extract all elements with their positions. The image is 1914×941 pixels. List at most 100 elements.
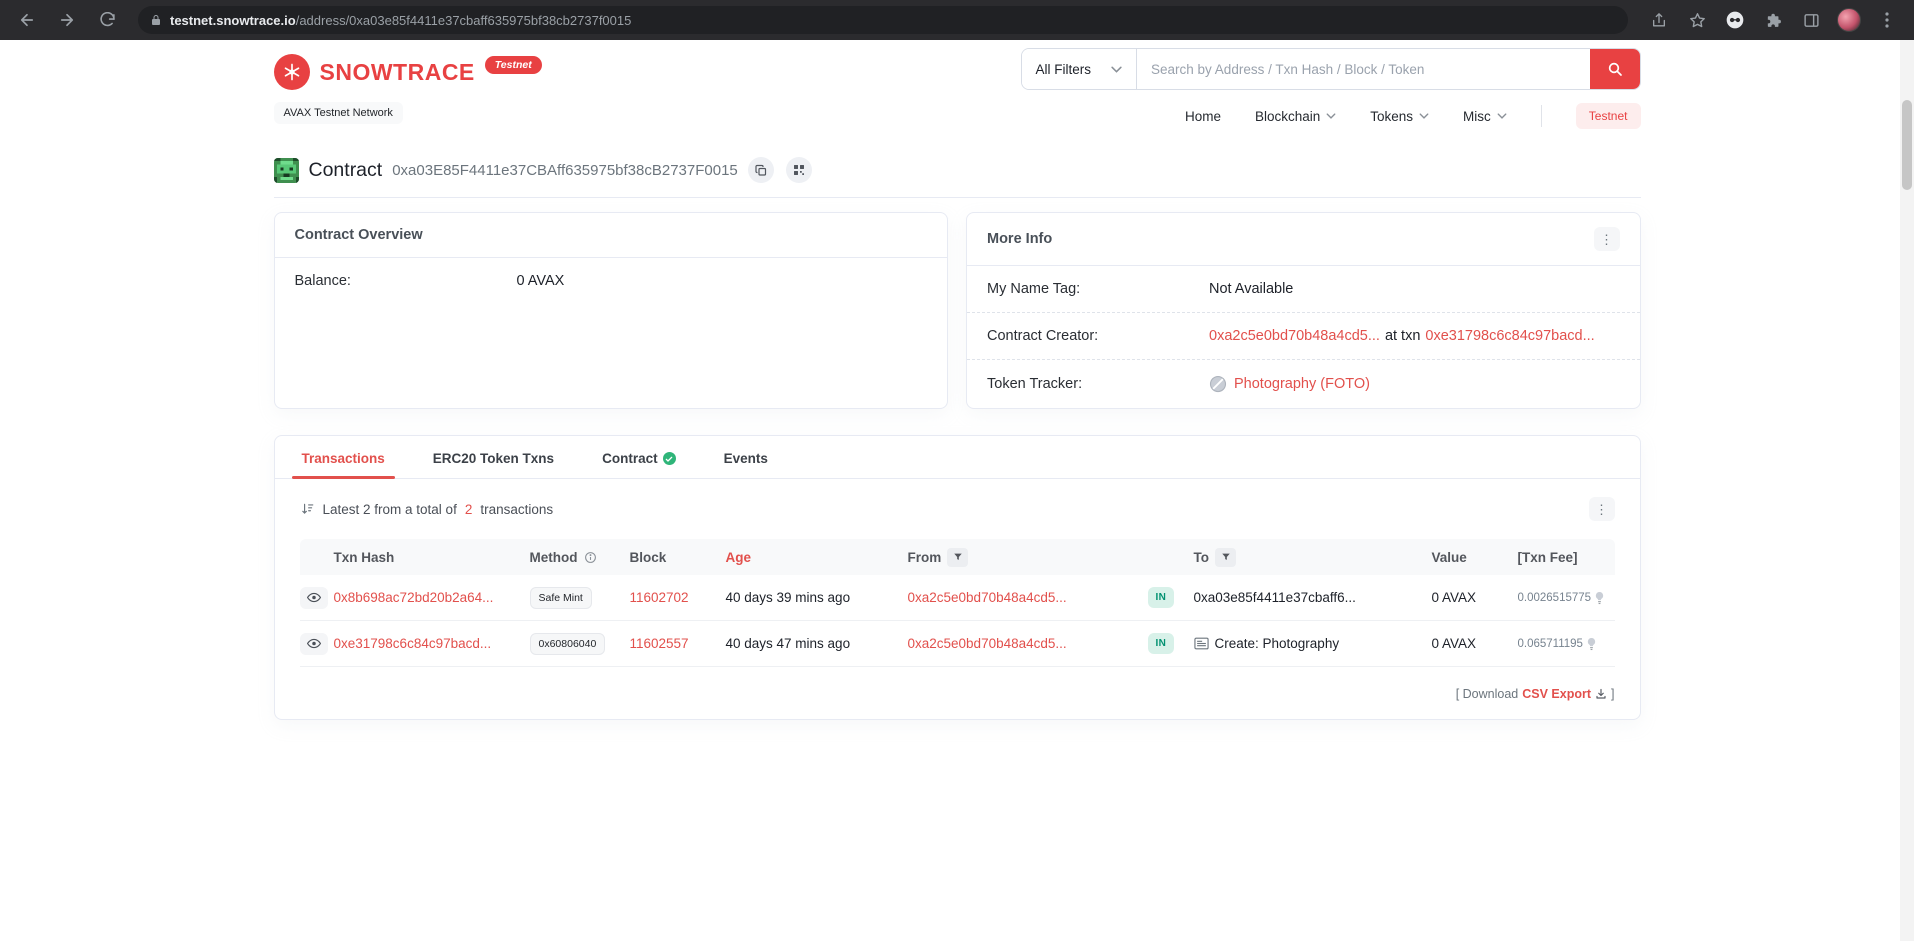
tab-events[interactable]: Events	[722, 436, 770, 478]
search-button[interactable]	[1589, 49, 1640, 89]
nav-home[interactable]: Home	[1185, 109, 1221, 124]
funnel-icon	[954, 553, 962, 560]
col-age[interactable]: Age	[726, 550, 908, 565]
csv-open-text: [ Download	[1455, 687, 1519, 701]
side-panel-icon[interactable]	[1794, 5, 1828, 35]
nav-testnet-button[interactable]: Testnet	[1575, 103, 1641, 129]
extension-badge-icon[interactable]	[1718, 5, 1752, 35]
forward-icon[interactable]	[50, 5, 84, 35]
col-value: Value	[1431, 549, 1467, 565]
browser-menu-icon[interactable]	[1870, 5, 1904, 35]
method-badge: Safe Mint	[529, 586, 592, 609]
chevron-down-icon	[1419, 113, 1429, 119]
browser-toolbar: testnet.snowtrace.io/address/0xa03e85f44…	[0, 0, 1914, 40]
from-filter-button[interactable]	[947, 547, 969, 567]
transactions-menu-button[interactable]: ⋮	[1588, 497, 1615, 521]
nav-misc[interactable]: Misc	[1463, 109, 1507, 124]
contract-icon	[1193, 637, 1209, 650]
site-header: SNOWTRACE Testnet AVAX Testnet Network A…	[0, 40, 1914, 139]
chevron-down-icon	[1326, 113, 1336, 119]
contract-title-section: Contract 0xa03E85F4411e37CBAff635975bf38…	[273, 157, 1641, 198]
tab-transactions[interactable]: Transactions	[291, 436, 396, 479]
url-host: testnet.snowtrace.io	[170, 12, 296, 28]
to-address: 0xa03e85f4411e37cbaff6...	[1193, 590, 1356, 605]
creator-address-link[interactable]: 0xa2c5e0bd70b48a4cd5...	[1209, 328, 1380, 344]
contract-creator-label: Contract Creator:	[987, 328, 1099, 344]
funnel-icon	[1221, 553, 1230, 560]
txn-fee-cell: 0.0026515775	[1518, 591, 1615, 605]
block-link[interactable]: 11602702	[630, 590, 726, 605]
eye-icon	[306, 638, 321, 649]
table-header-row: Txn Hash Method Block Age From To Value …	[299, 539, 1615, 575]
preview-txn-button[interactable]	[299, 632, 328, 655]
address-bar[interactable]: testnet.snowtrace.io/address/0xa03e85f44…	[138, 6, 1628, 34]
nav-tokens[interactable]: Tokens	[1370, 109, 1429, 124]
search-filter-select[interactable]: All Filters	[1021, 49, 1138, 89]
qr-code-icon	[793, 165, 804, 175]
verified-check-icon	[662, 452, 676, 465]
tab-bar: Transactions ERC20 Token Txns Contract E…	[274, 436, 1640, 479]
share-icon[interactable]	[1642, 5, 1676, 35]
tab-contract[interactable]: Contract	[600, 436, 678, 478]
to-contract-creation: Create: Photography	[1193, 636, 1432, 651]
nav-blockchain[interactable]: Blockchain	[1255, 109, 1336, 124]
csv-close-text: ]	[1611, 687, 1615, 701]
at-txn-text: at txn	[1384, 328, 1421, 344]
nav-divider	[1540, 105, 1542, 127]
page-title: Contract	[308, 158, 383, 181]
direction-badge: IN	[1147, 633, 1175, 654]
more-info-card: More Info ⋮ My Name Tag: Not Available C…	[966, 212, 1641, 409]
search-icon	[1608, 62, 1622, 76]
balance-value: 0 AVAX	[516, 273, 565, 289]
csv-export-link[interactable]: CSV Export	[1522, 687, 1591, 701]
gas-bulb-icon	[1595, 591, 1604, 604]
url-path: /address/0xa03e85f4411e37cbaff635975bf38…	[295, 12, 632, 28]
extensions-puzzle-icon[interactable]	[1756, 5, 1790, 35]
table-row: 0xe31798c6c84c97bacd... 0x60806040 11602…	[299, 621, 1615, 667]
summary-suffix: transactions	[480, 501, 554, 517]
lock-icon	[152, 15, 160, 25]
refresh-icon[interactable]	[90, 5, 124, 35]
overview-card-title: Contract Overview	[294, 227, 423, 243]
brand[interactable]: SNOWTRACE Testnet	[273, 54, 542, 90]
from-address-link[interactable]: 0xa2c5e0bd70b48a4cd5...	[908, 636, 1148, 651]
value-cell: 0 AVAX	[1431, 590, 1477, 605]
address-blockie-avatar	[273, 157, 299, 183]
scrollbar-thumb[interactable]	[1902, 100, 1912, 190]
block-link[interactable]: 11602557	[630, 636, 726, 651]
method-badge: 0x60806040	[529, 632, 606, 655]
back-icon[interactable]	[10, 5, 44, 35]
search-input[interactable]	[1137, 49, 1590, 89]
more-info-card-title: More Info	[987, 231, 1053, 247]
chevron-down-icon	[1111, 66, 1122, 73]
page-scrollbar[interactable]	[1900, 40, 1914, 941]
tab-erc20-token-txns[interactable]: ERC20 Token Txns	[431, 436, 556, 478]
token-placeholder-icon	[1209, 375, 1227, 393]
preview-txn-button[interactable]	[299, 586, 328, 609]
table-row: 0x8b698ac72bd20b2a64... Safe Mint 116027…	[299, 575, 1615, 621]
to-filter-button[interactable]	[1215, 547, 1236, 567]
bookmark-star-icon[interactable]	[1680, 5, 1714, 35]
txn-fee-cell: 0.065711195	[1518, 637, 1615, 651]
eye-icon	[306, 592, 321, 603]
qr-code-button[interactable]	[785, 157, 812, 183]
transactions-table: Txn Hash Method Block Age From To Value …	[299, 539, 1615, 667]
brand-name: SNOWTRACE	[319, 58, 475, 85]
contract-overview-card: Contract Overview Balance: 0 AVAX	[273, 212, 948, 409]
txn-hash-link[interactable]: 0x8b698ac72bd20b2a64...	[334, 590, 530, 605]
txn-hash-link[interactable]: 0xe31798c6c84c97bacd...	[334, 636, 530, 651]
creation-txn-link[interactable]: 0xe31798c6c84c97bacd...	[1425, 328, 1594, 344]
token-tracker-link[interactable]: Photography (FOTO)	[1234, 376, 1370, 392]
from-address-link[interactable]: 0xa2c5e0bd70b48a4cd5...	[908, 590, 1148, 605]
chevron-down-icon	[1497, 113, 1507, 119]
direction-badge: IN	[1147, 587, 1175, 608]
browser-avatar[interactable]	[1832, 5, 1866, 35]
more-info-menu-button[interactable]: ⋮	[1593, 227, 1620, 251]
network-label: AVAX Testnet Network	[273, 102, 403, 124]
copy-address-button[interactable]	[747, 157, 774, 183]
col-block: Block	[629, 549, 667, 565]
name-tag-value: Not Available	[1209, 281, 1294, 297]
age-value: 40 days 47 mins ago	[725, 636, 851, 651]
info-icon[interactable]	[584, 551, 597, 564]
col-txn-fee: [Txn Fee]	[1517, 549, 1578, 565]
